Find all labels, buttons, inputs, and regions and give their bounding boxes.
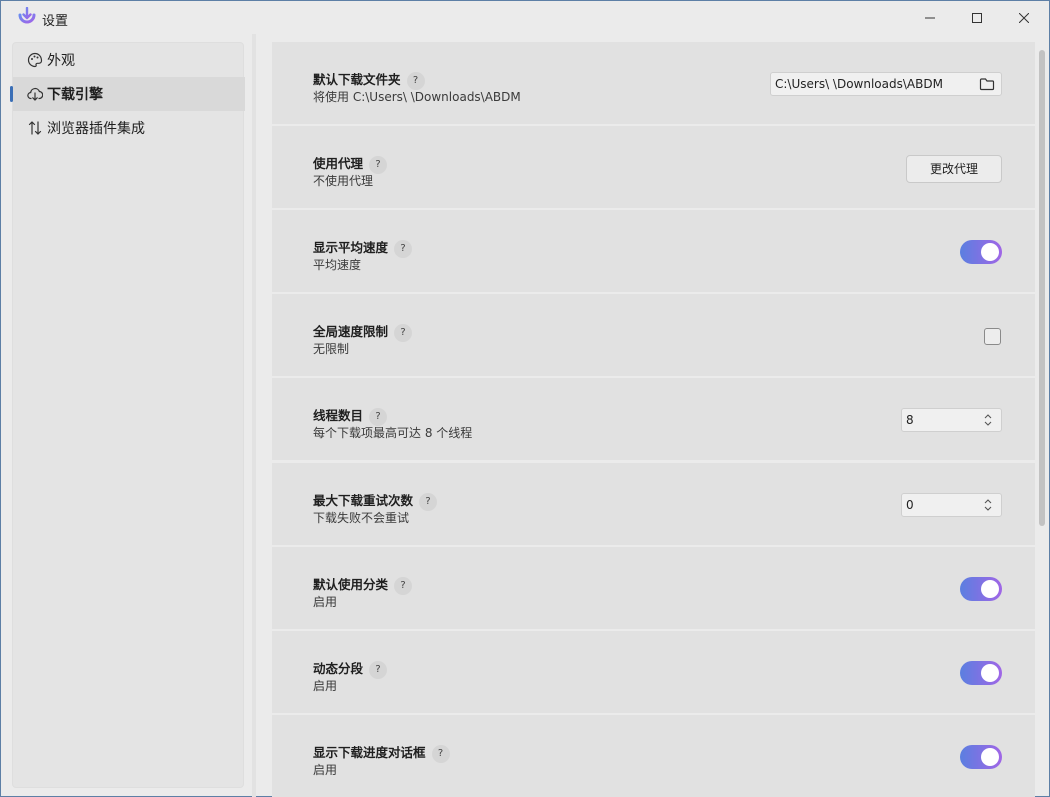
maximize-button[interactable] xyxy=(954,1,1000,34)
setting-title: 全局速度限制? xyxy=(313,321,413,342)
close-button[interactable] xyxy=(1001,1,1047,34)
setting-description: 将使用 C:\Users\ \Downloads\ABDM xyxy=(313,90,521,104)
setting-progress-dialog: 显示下载进度对话框? 启用 xyxy=(272,715,1035,797)
sidebar: 外观 下载引擎 浏览器插件集成 xyxy=(10,42,245,788)
setting-description: 启用 xyxy=(313,595,338,609)
setting-description: 平均速度 xyxy=(313,258,362,272)
sidebar-item-label: 外观 xyxy=(47,53,75,69)
close-icon xyxy=(1019,12,1029,23)
setting-title-text: 动态分段 xyxy=(313,661,364,676)
setting-title: 使用代理? xyxy=(313,153,388,174)
setting-title: 显示下载进度对话框? xyxy=(313,742,450,763)
download-folder-field[interactable]: C:\Users\ \Downloads\ABDM xyxy=(770,72,1002,96)
setting-title: 默认下载文件夹? xyxy=(313,69,425,90)
setting-description: 无限制 xyxy=(313,342,350,356)
max-retries-spinner[interactable]: 0 xyxy=(901,493,1002,517)
spinner-arrows-icon[interactable] xyxy=(984,413,992,427)
sidebar-item-download-engine[interactable]: 下载引擎 xyxy=(10,77,245,111)
sidebar-item-label: 浏览器插件集成 xyxy=(47,121,145,137)
setting-title-text: 线程数目 xyxy=(313,408,364,423)
settings-panel: 默认下载文件夹? 将使用 C:\Users\ \Downloads\ABDM C… xyxy=(272,42,1035,797)
help-icon[interactable]: ? xyxy=(394,323,413,342)
default-category-toggle[interactable] xyxy=(960,577,1002,601)
help-icon[interactable]: ? xyxy=(419,492,438,511)
setting-description: 每个下载项最高可达 8 个线程 xyxy=(313,426,473,440)
setting-title-text: 使用代理 xyxy=(313,156,364,171)
setting-description: 启用 xyxy=(313,763,338,777)
setting-description: 不使用代理 xyxy=(313,174,374,188)
setting-title-text: 最大下载重试次数 xyxy=(313,493,414,508)
setting-title-text: 显示平均速度 xyxy=(313,240,389,255)
help-icon[interactable]: ? xyxy=(406,71,425,90)
help-icon[interactable]: ? xyxy=(369,407,388,426)
splitter[interactable] xyxy=(252,34,256,797)
toggle-knob xyxy=(981,664,999,682)
setting-title-text: 默认使用分类 xyxy=(313,577,389,592)
help-icon[interactable]: ? xyxy=(431,744,450,763)
setting-default-category: 默认使用分类? 启用 xyxy=(272,547,1035,630)
toggle-knob xyxy=(981,243,999,261)
thread-count-spinner[interactable]: 8 xyxy=(901,408,1002,432)
sidebar-item-label: 下载引擎 xyxy=(47,87,103,103)
setting-max-retries: 最大下载重试次数? 下载失败不会重试 0 xyxy=(272,463,1035,546)
title-bar[interactable]: 设置 xyxy=(1,1,1049,34)
folder-icon[interactable] xyxy=(979,76,995,92)
help-icon[interactable]: ? xyxy=(394,576,413,595)
setting-speed-limit: 全局速度限制? 无限制 xyxy=(272,294,1035,377)
cloud-download-icon xyxy=(27,87,43,101)
setting-title: 默认使用分类? xyxy=(313,574,413,595)
arrows-updown-icon xyxy=(28,121,42,135)
speed-limit-checkbox[interactable] xyxy=(984,328,1001,345)
scrollbar-thumb[interactable] xyxy=(1039,50,1045,526)
setting-description: 下载失败不会重试 xyxy=(313,511,410,525)
spinner-arrows-icon[interactable] xyxy=(984,498,992,512)
help-icon[interactable]: ? xyxy=(369,155,388,174)
average-speed-toggle[interactable] xyxy=(960,240,1002,264)
spinner-value: 8 xyxy=(906,413,914,427)
dynamic-segments-toggle[interactable] xyxy=(960,661,1002,685)
setting-description: 启用 xyxy=(313,679,338,693)
sidebar-item-appearance[interactable]: 外观 xyxy=(13,43,245,77)
palette-icon xyxy=(27,52,43,68)
setting-average-speed: 显示平均速度? 平均速度 xyxy=(272,210,1035,293)
download-folder-value: C:\Users\ \Downloads\ABDM xyxy=(775,77,943,91)
setting-title: 最大下载重试次数? xyxy=(313,490,438,511)
minimize-icon xyxy=(925,17,935,18)
progress-dialog-toggle[interactable] xyxy=(960,745,1002,769)
spinner-value: 0 xyxy=(906,498,914,512)
setting-title: 动态分段? xyxy=(313,658,388,679)
setting-title-text: 显示下载进度对话框 xyxy=(313,745,426,760)
active-indicator xyxy=(10,86,13,102)
settings-window: 设置 外观 下载引擎 浏览器插件集成 默认下载文件夹 ? 将使用 C:\User… xyxy=(0,0,1050,797)
toggle-knob xyxy=(981,748,999,766)
help-icon[interactable]: ? xyxy=(394,239,413,258)
sidebar-item-browser-integration[interactable]: 浏览器插件集成 xyxy=(13,111,245,145)
setting-title: 显示平均速度? xyxy=(313,237,413,258)
app-logo-icon xyxy=(18,7,36,24)
change-proxy-button[interactable]: 更改代理 xyxy=(906,155,1002,183)
maximize-icon xyxy=(972,12,982,23)
setting-title: 线程数目? xyxy=(313,405,388,426)
setting-title-text: 默认下载文件夹 xyxy=(313,72,401,87)
setting-default-folder: 默认下载文件夹? 将使用 C:\Users\ \Downloads\ABDM C… xyxy=(272,42,1035,125)
help-icon[interactable]: ? xyxy=(369,660,388,679)
setting-thread-count: 线程数目? 每个下载项最高可达 8 个线程 8 xyxy=(272,378,1035,461)
toggle-knob xyxy=(981,580,999,598)
vertical-scrollbar[interactable] xyxy=(1036,42,1049,797)
minimize-button[interactable] xyxy=(907,1,953,34)
setting-proxy: 使用代理? 不使用代理 更改代理 xyxy=(272,126,1035,209)
setting-dynamic-segments: 动态分段? 启用 xyxy=(272,631,1035,714)
setting-title-text: 全局速度限制 xyxy=(313,324,389,339)
window-title: 设置 xyxy=(42,14,69,29)
